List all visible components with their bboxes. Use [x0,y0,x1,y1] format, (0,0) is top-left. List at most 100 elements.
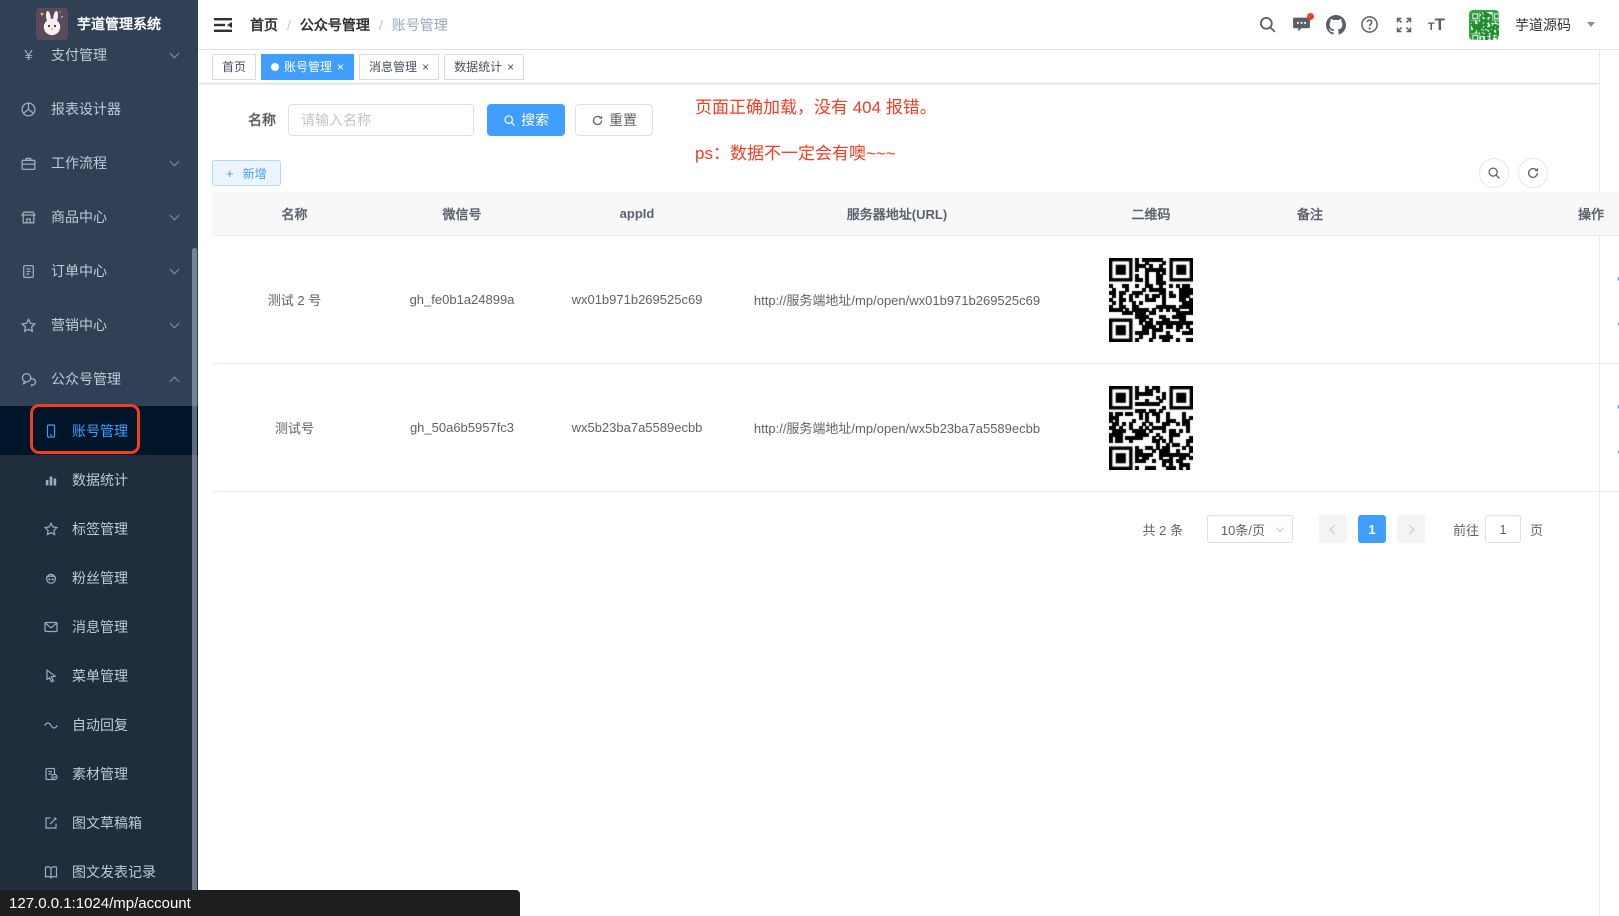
breadcrumb-account-management: 账号管理 [392,15,448,35]
sidebar-item-label: 标签管理 [72,519,128,539]
column-header-remark: 备注 [1235,204,1385,223]
sidebar-item-data-statistics[interactable]: 数据统计 [0,455,198,504]
chevron-down-icon [1276,524,1284,532]
sidebar-item-label: 公众号管理 [51,369,121,389]
sidebar-collapse-icon[interactable] [212,14,234,36]
name-search-input[interactable] [288,104,474,136]
sidebar-item-label: 消息管理 [72,617,128,637]
briefcase-icon [20,155,37,172]
tabs-bar: 首页 账号管理 消息管理 数据统计 [198,50,1599,84]
search-icon [1487,166,1501,180]
sidebar-item-mp-management[interactable]: 公众号管理 [0,352,198,406]
close-icon[interactable] [337,61,344,73]
app-root: 芋道管理系统 ¥ 支付管理 报表设计器 工作流程 商品中心 [0,0,1619,916]
github-icon[interactable] [1326,15,1346,35]
page-number-1[interactable]: 1 [1358,515,1386,543]
top-navbar: 首页 公众号管理 账号管理 芋道源码 [198,0,1619,50]
refresh-icon [591,114,604,127]
sidebar-item-message-management[interactable]: 消息管理 [0,602,198,651]
sidebar-item-account-management[interactable]: 账号管理 [0,406,198,455]
chevron-right-icon [1405,524,1415,534]
tab-account-management[interactable]: 账号管理 [261,54,354,80]
sidebar-item-order-center[interactable]: 订单中心 [0,244,198,298]
page-size-select[interactable]: 10条/页 [1207,515,1293,543]
message-icon[interactable] [1292,15,1312,35]
breadcrumb-mp-management[interactable]: 公众号管理 [300,15,392,35]
table-header-row: 名称 微信号 appId 服务器地址(URL) 二维码 备注 操作 [212,192,1619,236]
refresh-table-button[interactable] [1518,158,1548,188]
book-icon [43,864,59,880]
search-icon[interactable] [1258,15,1278,35]
bar-chart-icon [43,472,59,488]
sidebar-item-label: 商品中心 [51,207,107,227]
help-icon[interactable] [1360,15,1380,35]
sidebar-item-fans-management[interactable]: 粉丝管理 [0,553,198,602]
toggle-search-button[interactable] [1479,158,1509,188]
sidebar-item-label: 订单中心 [51,261,107,281]
user-avatar[interactable] [1469,10,1499,40]
sidebar: 芋道管理系统 ¥ 支付管理 报表设计器 工作流程 商品中心 [0,0,198,916]
column-header-name: 名称 [212,204,377,223]
sidebar-item-workflow[interactable]: 工作流程 [0,136,198,190]
reset-button[interactable]: 重置 [575,104,653,136]
sidebar-item-tag-management[interactable]: 标签管理 [0,504,198,553]
close-icon[interactable] [422,61,429,73]
chevron-down-icon [170,49,180,59]
close-icon[interactable] [507,61,514,73]
name-field-label: 名称 [248,110,276,130]
page-panel: 首页 账号管理 消息管理 数据统计 [198,50,1599,916]
sidebar-scrollbar-thumb[interactable] [192,248,197,906]
sidebar-item-label: 支付管理 [51,45,107,65]
sidebar-item-draft-box[interactable]: 图文草稿箱 [0,798,198,847]
user-name[interactable]: 芋道源码 [1515,15,1571,35]
search-button[interactable]: 搜索 [487,104,565,136]
logo-image [36,8,68,40]
pagination-total: 共 2 条 [1143,520,1183,539]
add-button[interactable]: 新增 [212,160,281,186]
goto-page-input[interactable] [1485,515,1521,543]
prev-page-button[interactable] [1319,515,1347,543]
sidebar-item-material-management[interactable]: 素材管理 [0,749,198,798]
sidebar-item-publish-record[interactable]: 图文发表记录 [0,847,198,896]
font-size-icon[interactable] [1428,16,1445,33]
status-url: 127.0.0.1:1024/mp/account [9,895,191,912]
qr-code-image [1109,258,1193,342]
breadcrumb-home[interactable]: 首页 [250,15,300,35]
tab-message-management[interactable]: 消息管理 [359,54,439,80]
goto-label: 前往 [1453,520,1479,539]
sidebar-item-marketing-center[interactable]: 营销中心 [0,298,198,352]
payment-icon: ¥ [20,47,37,64]
chevron-left-icon [1330,524,1340,534]
avatar-qr-image [1469,10,1499,40]
store-icon [20,209,37,226]
sidebar-item-label: 菜单管理 [72,666,128,686]
annotation-line-2: ps：数据不一定会有噢~~~ [695,143,937,164]
cell-appid: wx5b23ba7a5589ecbb [547,420,727,435]
sidebar-item-auto-reply[interactable]: 自动回复 [0,700,198,749]
cell-name: 测试号 [212,418,377,437]
edit-square-icon [43,815,59,831]
cell-actions: 修改 删除 生成二维码 清空 API 配额 [1385,266,1619,333]
qr-code-image [1109,386,1193,470]
cell-appid: wx01b971b269525c69 [547,292,727,307]
tab-label: 数据统计 [454,58,502,75]
sidebar-item-product-center[interactable]: 商品中心 [0,190,198,244]
sidebar-item-report-designer[interactable]: 报表设计器 [0,82,198,136]
sidebar-item-label: 账号管理 [72,421,128,441]
chevron-down-icon[interactable] [1587,22,1595,27]
next-page-button[interactable] [1397,515,1425,543]
smartphone-icon [43,423,59,439]
sidebar-item-label: 工作流程 [51,153,107,173]
sidebar-item-label: 图文发表记录 [72,862,156,882]
column-header-appid: appId [547,206,727,221]
fullscreen-icon[interactable] [1394,15,1414,35]
tab-data-statistics[interactable]: 数据统计 [444,54,524,80]
main-area: 首页 公众号管理 账号管理 芋道源码 首页 [198,0,1619,916]
annotation-line-1: 页面正确加载，没有 404 报错。 [695,97,937,118]
app-logo[interactable]: 芋道管理系统 [0,0,198,48]
tab-home[interactable]: 首页 [212,54,256,80]
sidebar-item-label: 图文草稿箱 [72,813,142,833]
sidebar-item-menu-management[interactable]: 菜单管理 [0,651,198,700]
wechat-icon [20,371,37,388]
column-header-qrcode: 二维码 [1067,204,1235,223]
